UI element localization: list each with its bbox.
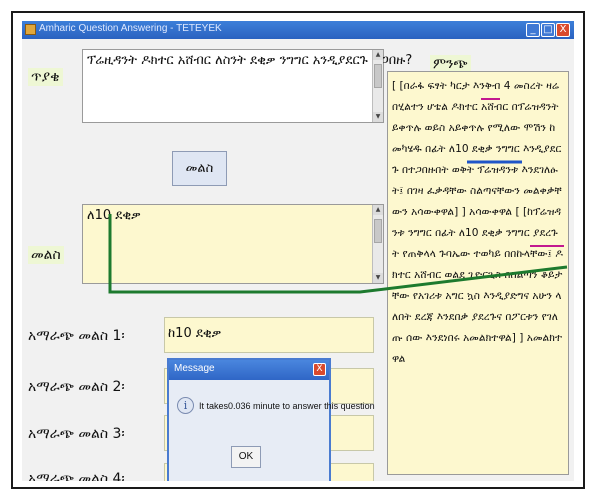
scroll-up-icon[interactable]: ▲ xyxy=(373,50,383,60)
screenshot-frame: Amharic Question Answering - TETEYEK _ □… xyxy=(11,11,585,489)
document-text: [ [በራፋ ፍፃት ካርታ እንቅብ 4 መስረት ዛሬ በሂልተን ሆቴል … xyxy=(392,80,563,365)
app-window: Amharic Question Answering - TETEYEK _ □… xyxy=(22,21,574,481)
candidate-label-4: አማራጭ መልስ 4፡ xyxy=(28,471,125,481)
question-label: ጥያቄ xyxy=(28,68,63,86)
answer-output[interactable]: ለ10 ደቂቃ ▲ ▼ xyxy=(82,204,384,284)
window-title: Amharic Question Answering - TETEYEK xyxy=(39,23,222,34)
question-input[interactable]: ፕሬዚዳንት ዶክተር አሸብር ለስንት ደቂቃ ንግግር አንዲያደርጉ ተ… xyxy=(82,49,412,123)
scroll-thumb[interactable] xyxy=(374,219,382,243)
answer-button[interactable]: መልስ xyxy=(172,151,227,186)
app-icon xyxy=(25,24,36,35)
scroll-thumb[interactable] xyxy=(374,64,382,88)
minimize-button[interactable]: _ xyxy=(526,23,540,37)
info-icon: i xyxy=(177,397,194,414)
scroll-down-icon[interactable]: ▼ xyxy=(373,273,383,283)
dialog-close-button[interactable]: X xyxy=(313,363,326,376)
question-text: ፕሬዚዳንት ዶክተር አሸብር ለስንት ደቂቃ ንግግር አንዲያደርጉ ተ… xyxy=(87,53,413,68)
close-button[interactable]: X xyxy=(556,23,570,37)
dialog-title-bar[interactable]: Message X xyxy=(169,360,329,380)
document-panel[interactable]: [ [በራፋ ፍፃት ካርታ እንቅብ 4 መስረት ዛሬ በሂልተን ሆቴል … xyxy=(387,71,569,475)
answer-scrollbar[interactable]: ▲ ▼ xyxy=(372,205,383,283)
message-dialog: Message X i It takes0.036 minute to answ… xyxy=(167,358,375,481)
dialog-message: It takes0.036 minute to answer this ques… xyxy=(199,401,375,411)
answer-label: መልስ xyxy=(28,246,64,264)
candidate-label-2: አማራጭ መልስ 2፡ xyxy=(28,379,125,395)
scroll-down-icon[interactable]: ▼ xyxy=(373,112,383,122)
candidate-field-1[interactable]: ከ10 ደቂቃ xyxy=(164,317,374,353)
candidate-label-1: አማራጭ መልስ 1፡ xyxy=(28,328,125,344)
question-scrollbar[interactable]: ▲ ▼ xyxy=(372,50,383,122)
scroll-up-icon[interactable]: ▲ xyxy=(373,205,383,215)
candidate-label-3: አማራጭ መልስ 3፡ xyxy=(28,426,125,442)
dialog-title: Message xyxy=(174,363,215,374)
ok-button[interactable]: OK xyxy=(231,446,261,468)
answer-text: ለ10 ደቂቃ xyxy=(87,208,141,223)
candidate-value-1: ከ10 ደቂቃ xyxy=(168,326,222,341)
title-bar[interactable]: Amharic Question Answering - TETEYEK _ □… xyxy=(22,21,574,39)
maximize-button[interactable]: □ xyxy=(541,23,555,37)
